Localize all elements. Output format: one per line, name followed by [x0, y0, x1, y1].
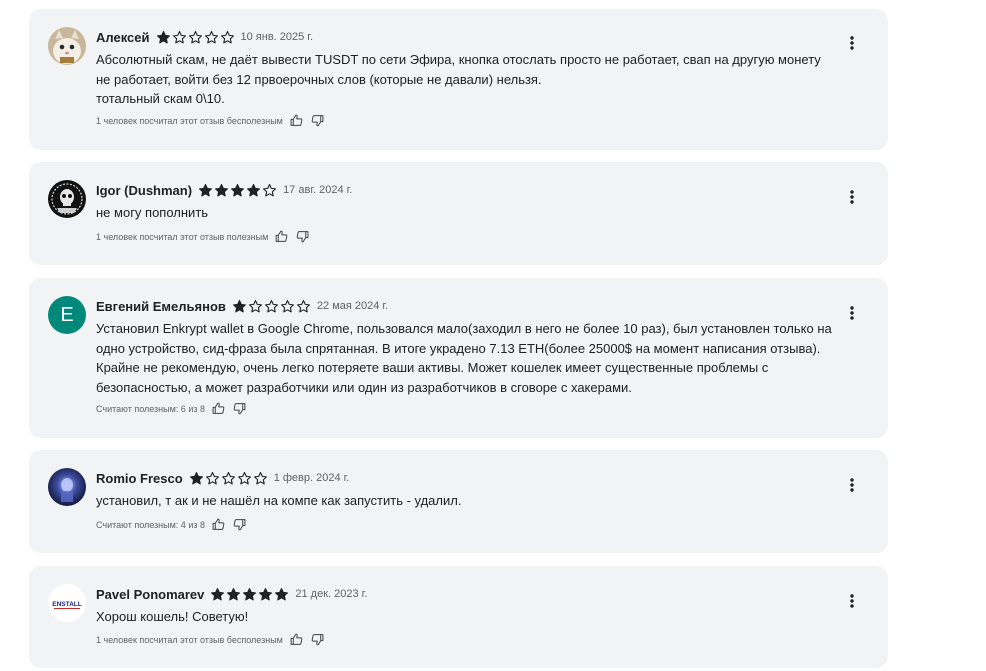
- star-rating: [198, 183, 277, 198]
- helpful-row: 1 человек посчитал этот отзыв полезным: [96, 229, 310, 244]
- review-text-line: Абсолютный скам, не даёт вывести TUSDT п…: [96, 52, 821, 67]
- more-vert-icon[interactable]: [842, 33, 862, 53]
- star-outline-icon: [188, 30, 202, 43]
- review-text: Хорош кошель! Советую!: [96, 607, 836, 627]
- review-text-line: безопасностью, а может разработчики или …: [96, 379, 632, 395]
- star-outline-icon: [253, 471, 267, 484]
- thumb-down-icon[interactable]: [232, 517, 247, 532]
- star-filled-icon: [232, 299, 246, 312]
- star-outline-icon: [237, 471, 251, 484]
- more-vert-icon[interactable]: [842, 591, 862, 611]
- helpful-count: Считают полезным: 6 из 8: [96, 403, 205, 414]
- review-card: Romio Fresco 1 февр. 2024 г. установил, …: [29, 450, 888, 553]
- star-outline-icon: [205, 471, 219, 484]
- review-text: Установил Enkrypt wallet в Google Chrome…: [96, 319, 836, 397]
- star-outline-icon: [221, 471, 235, 484]
- helpful-row: 1 человек посчитал этот отзыв бесполезны…: [96, 632, 325, 647]
- more-vert-icon[interactable]: [842, 187, 862, 207]
- review-card: ENSTALL Pavel Ponomarev 21 дек. 2023 г. …: [29, 566, 888, 668]
- star-outline-icon: [204, 30, 218, 43]
- review-author: Алексей: [96, 29, 150, 45]
- helpful-row: Считают полезным: 4 из 8: [96, 517, 247, 532]
- star-filled-icon: [247, 183, 261, 196]
- avatar[interactable]: E: [48, 296, 86, 334]
- review-text-line: не могу пополнить: [96, 205, 209, 220]
- star-outline-icon: [248, 299, 262, 312]
- star-outline-icon: [264, 299, 278, 312]
- thumb-up-icon[interactable]: [211, 517, 226, 532]
- star-filled-icon: [231, 183, 245, 196]
- helpful-count: 1 человек посчитал этот отзыв полезным: [96, 231, 269, 242]
- star-outline-icon: [296, 299, 310, 312]
- avatar-logo-text: ENSTALL: [52, 601, 82, 608]
- thumb-up-icon[interactable]: [289, 632, 304, 647]
- star-filled-icon: [156, 30, 170, 43]
- review-text: не могу пополнить: [96, 203, 836, 223]
- review-date: 21 дек. 2023 г.: [295, 588, 368, 600]
- thumb-down-icon[interactable]: [310, 632, 325, 647]
- helpful-count: 1 человек посчитал этот отзыв бесполезны…: [96, 634, 283, 645]
- review-text-line: не работает, войти без 12 првоерочных сл…: [96, 71, 542, 87]
- star-rating: [189, 471, 268, 486]
- star-filled-icon: [227, 587, 241, 600]
- star-outline-icon: [280, 299, 294, 312]
- more-vert-icon[interactable]: [842, 475, 862, 495]
- review-card: E Евгений Емельянов 22 мая 2024 г. Устан…: [29, 278, 888, 438]
- more-vert-icon[interactable]: [842, 303, 862, 323]
- star-rating: [156, 30, 235, 45]
- review-date: 1 февр. 2024 г.: [273, 472, 350, 484]
- review-author: Pavel Ponomarev: [96, 586, 205, 602]
- star-rating: [232, 299, 311, 314]
- review-text-line: установил, т ак и не нашёл на компе как …: [96, 493, 462, 508]
- thumb-up-icon[interactable]: [274, 229, 289, 244]
- star-filled-icon: [211, 587, 225, 600]
- thumb-up-icon[interactable]: [211, 401, 226, 416]
- review-text-line: тотальный скам 0\10.: [96, 91, 225, 106]
- helpful-count: Считают полезным: 4 из 8: [96, 519, 205, 530]
- review-author: Igor (Dushman): [96, 182, 193, 198]
- star-filled-icon: [189, 471, 203, 484]
- avatar[interactable]: [48, 468, 86, 506]
- helpful-row: 1 человек посчитал этот отзыв бесполезны…: [96, 113, 325, 128]
- star-filled-icon: [275, 587, 289, 600]
- helpful-row: Считают полезным: 6 из 8: [96, 401, 247, 416]
- thumb-up-icon[interactable]: [289, 113, 304, 128]
- review-card: Igor (Dushman) 17 авг. 2024 г. не могу п…: [29, 162, 888, 265]
- star-rating: [210, 587, 289, 602]
- review-text-line: одно устройство, сид-фраза была спрятанн…: [96, 340, 821, 356]
- avatar[interactable]: [48, 180, 86, 218]
- review-author: Romio Fresco: [96, 470, 183, 486]
- thumb-down-icon[interactable]: [310, 113, 325, 128]
- thumb-down-icon[interactable]: [232, 401, 247, 416]
- avatar[interactable]: ENSTALL: [48, 584, 86, 622]
- star-outline-icon: [172, 30, 186, 43]
- star-filled-icon: [243, 587, 257, 600]
- star-outline-icon: [263, 183, 277, 196]
- review-text-line: Хорош кошель! Советую!: [96, 609, 249, 624]
- star-outline-icon: [220, 30, 234, 43]
- star-filled-icon: [199, 183, 213, 196]
- review-date: 17 авг. 2024 г.: [283, 184, 353, 196]
- review-card: Алексей 10 янв. 2025 г. Абсолютный скам,…: [29, 9, 888, 150]
- avatar[interactable]: [48, 27, 86, 65]
- review-text-line: Установил Enkrypt wallet в Google Chrome…: [96, 321, 832, 336]
- star-filled-icon: [259, 587, 273, 600]
- thumb-down-icon[interactable]: [295, 229, 310, 244]
- helpful-count: 1 человек посчитал этот отзыв бесполезны…: [96, 115, 283, 126]
- review-text: Абсолютный скам, не даёт вывести TUSDT п…: [96, 50, 836, 109]
- review-author: Евгений Емельянов: [96, 298, 226, 314]
- star-filled-icon: [215, 183, 229, 196]
- review-date: 22 мая 2024 г.: [316, 300, 389, 312]
- review-date: 10 янв. 2025 г.: [240, 31, 314, 43]
- review-text-line: Крайне не рекомендую, очень легко потеря…: [96, 360, 769, 375]
- review-text: установил, т ак и не нашёл на компе как …: [96, 491, 836, 511]
